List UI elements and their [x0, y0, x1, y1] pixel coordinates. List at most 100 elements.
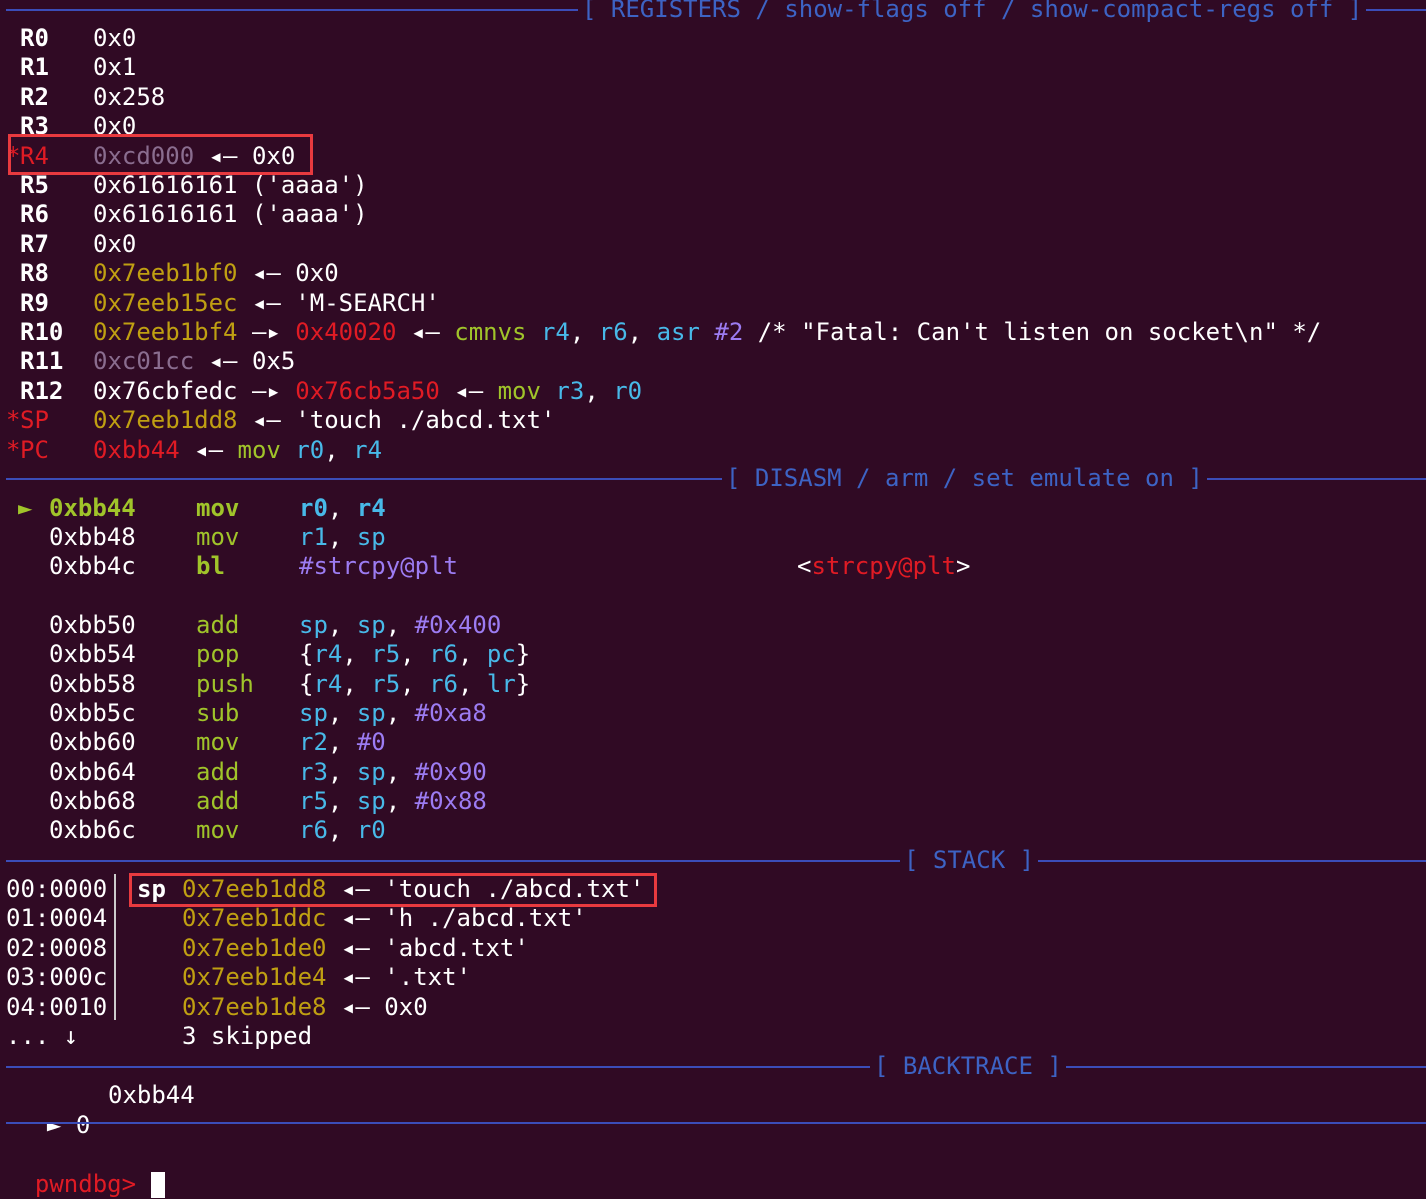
command-line[interactable]: pwndbg> [6, 1139, 165, 1198]
disasm-operands: r2, #0 [299, 728, 386, 756]
disasm-operands: sp, sp, #0xa8 [299, 699, 487, 727]
register-row-sp-name: SP [20, 406, 49, 435]
text-cursor [150, 1172, 165, 1198]
register-row-r6-name: R6 [20, 200, 49, 229]
register-back-arrow: ◂— [439, 376, 498, 405]
stack-header: [ STACK ] [6, 845, 1426, 875]
stack-address: 0x7eeb1de0 [182, 933, 327, 962]
register-row-pc-value[interactable]: 0xbb44 ◂— mov r0, r4 [93, 435, 382, 465]
register-row-r0-name: R0 [20, 24, 49, 52]
call-target-annotation: <strcpy@plt> [797, 552, 971, 580]
disasm-operands: r6, r0 [299, 816, 386, 844]
stack-entry[interactable]: 0x7eeb1de8 ◂— 0x0 [182, 992, 428, 1022]
disasm-address[interactable]: 0xbb48 [49, 522, 136, 552]
register-operand: asr [656, 318, 715, 346]
register-row-r8-name: R8 [20, 259, 49, 288]
register-row-r10-value[interactable]: 0x7eeb1bf4 —▸ 0x40020 ◂— cmnvs r4, r6, a… [93, 317, 1321, 347]
register-row-r1-value[interactable]: 0x1 [93, 52, 136, 82]
backtrace-title: [ BACKTRACE ] [870, 1051, 1066, 1081]
disasm-operands: sp, sp, #0x400 [299, 611, 502, 639]
disasm-mnemonic: mov [196, 494, 240, 522]
backtrace-rule [6, 1066, 1426, 1068]
register-value-text: 0x7eeb1dd8 [93, 406, 238, 435]
disasm-mnemonic: push [196, 670, 254, 698]
register-row-pc-mark: * [6, 435, 21, 464]
register-row-r8-value[interactable]: 0x7eeb1bf0 ◂— 0x0 [93, 258, 339, 288]
disasm-address[interactable]: 0xbb5c [49, 698, 136, 728]
register-value-text: 0x61616161 ('aaaa') [93, 171, 368, 199]
register-row-r6-value[interactable]: 0x61616161 ('aaaa') [93, 199, 368, 229]
bottom-rule [6, 1122, 1426, 1124]
register-back-arrow: ◂— [179, 435, 238, 464]
register-value-text: 0xbb44 [93, 435, 180, 464]
stack-deref: ◂— 'abcd.txt' [326, 933, 529, 962]
backtrace-marker: ► [46, 1111, 62, 1139]
register-value-text: 0x7eeb1bf4 [93, 318, 238, 346]
register-row-sp-mark: * [6, 406, 21, 435]
stack-offset: 02:0008 [6, 933, 108, 962]
disasm-header: [ DISASM / arm / set emulate on ] [6, 463, 1426, 493]
disasm-address[interactable]: 0xbb6c [49, 815, 136, 845]
registers-title: [ REGISTERS / show-flags off / show-comp… [578, 0, 1367, 24]
disasm-mnemonic: add [196, 758, 240, 786]
stack-offset: 04:0010 [6, 992, 108, 1021]
stack-rule [6, 860, 1426, 862]
register-value-text: 0x258 [93, 82, 166, 111]
disasm-address[interactable]: 0xbb64 [49, 757, 136, 787]
register-operand: , [324, 435, 354, 464]
disasm-mnemonic: add [196, 611, 240, 639]
register-row-r9-name: R9 [20, 288, 49, 317]
disasm-mnemonic: sub [196, 699, 240, 727]
disasm-address[interactable]: 0xbb58 [49, 669, 136, 699]
register-row-r11-value[interactable]: 0xc01cc ◂— 0x5 [93, 346, 295, 376]
register-value-text: 0x61616161 ('aaaa') [93, 200, 368, 229]
disasm-operands: r1, sp [299, 523, 386, 551]
register-operand: , [627, 318, 657, 346]
prompt-label: pwndbg> [34, 1170, 137, 1198]
stack-entry[interactable]: 0x7eeb1ddc ◂— 'h ./abcd.txt' [182, 903, 587, 933]
register-row-r0-value[interactable]: 0x0 [93, 23, 136, 53]
stack-deref: ◂— 0x0 [326, 992, 428, 1021]
disasm-mnemonic: pop [196, 640, 240, 668]
register-row-r10-name: R10 [20, 318, 64, 346]
register-operand: r6 [598, 318, 628, 346]
register-row-r12-value[interactable]: 0x76cbfedc —▸ 0x76cb5a50 ◂— mov r3, r0 [93, 376, 642, 406]
register-value-text: 0xc01cc [93, 347, 195, 376]
disasm-operands: r0, r4 [299, 494, 386, 522]
disasm-address[interactable]: 0xbb44 [49, 493, 136, 523]
disasm-address[interactable]: 0xbb68 [49, 786, 136, 816]
disasm-address[interactable]: 0xbb4c [49, 551, 136, 581]
disasm-address[interactable]: 0xbb60 [49, 727, 136, 757]
register-row-r2-name: R2 [20, 82, 49, 111]
stack-offset: 01:0004 [6, 904, 108, 933]
register-deref: ◂— 0x5 [194, 347, 296, 376]
register-operand: #2 [714, 318, 744, 346]
disasm-mnemonic: mov [196, 728, 240, 756]
disasm-address[interactable]: 0xbb50 [49, 610, 136, 640]
register-value-text: 0x0 [93, 229, 137, 258]
stack-entry[interactable]: 0x7eeb1de0 ◂— 'abcd.txt' [182, 933, 529, 963]
backtrace-frame[interactable]: ► 0 [18, 1080, 90, 1139]
stack-deref: ◂— 'h ./abcd.txt' [326, 904, 587, 933]
register-operand: , [569, 318, 599, 346]
disasm-operands: #strcpy@plt [299, 552, 458, 580]
register-value-text: 0x1 [93, 53, 137, 82]
disasm-mnemonic: mov [196, 816, 240, 844]
registers-header: [ REGISTERS / show-flags off / show-comp… [6, 0, 1426, 24]
register-row-r2-value[interactable]: 0x258 [93, 82, 165, 112]
register-value-text: 0x7eeb1bf0 [93, 259, 238, 288]
disasm-address[interactable]: 0xbb54 [49, 639, 136, 669]
register-row-r7-value[interactable]: 0x0 [93, 229, 136, 259]
register-value-text: 0x0 [93, 24, 137, 52]
register-deref: ◂— 0x0 [237, 259, 339, 288]
register-row-r12-name: R12 [20, 376, 64, 405]
register-deref: ◂— 'M-SEARCH' [237, 288, 440, 317]
call-target-name: strcpy@plt [811, 552, 956, 580]
stack-skip-text: 3 skipped [182, 1022, 313, 1050]
stack-entry[interactable]: 0x7eeb1de4 ◂— '.txt' [182, 962, 471, 992]
highlight-box-sp [129, 873, 657, 907]
disasm-operands: r3, sp, #0x90 [299, 758, 487, 786]
register-instruction: mov [497, 376, 541, 405]
register-row-r9-value[interactable]: 0x7eeb15ec ◂— 'M-SEARCH' [93, 288, 440, 318]
register-row-sp-value[interactable]: 0x7eeb1dd8 ◂— 'touch ./abcd.txt' [93, 405, 555, 435]
